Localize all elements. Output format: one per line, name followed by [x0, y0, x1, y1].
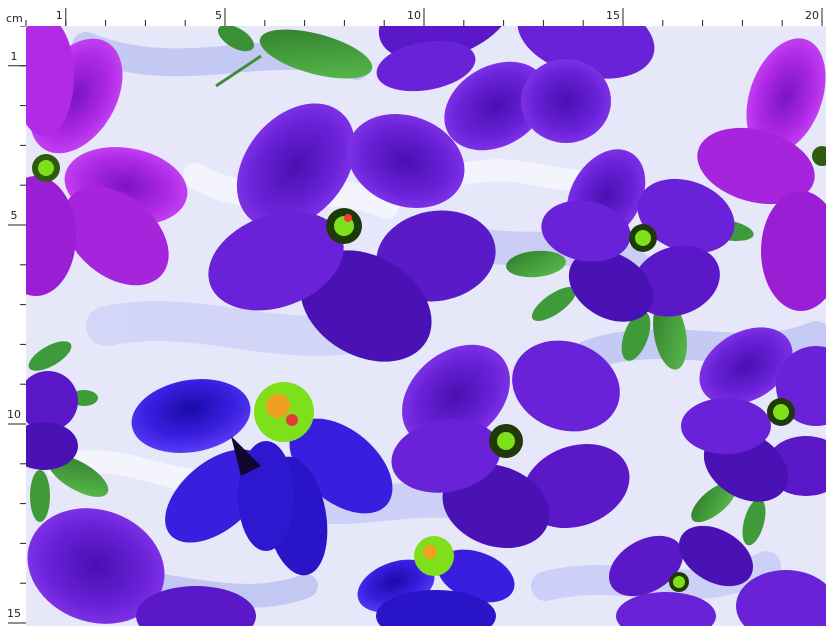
top-ruler: 1 5 10 15 20 — [0, 0, 826, 26]
left-ruler-label: 5 — [11, 209, 18, 222]
top-ruler-label: 10 — [407, 9, 421, 22]
top-ruler-ticks: 1 5 10 15 20 — [25, 8, 823, 26]
ruler-unit-label: cm — [6, 12, 23, 25]
left-ruler-label: 1 — [11, 50, 18, 63]
top-ruler-label: 5 — [215, 9, 222, 22]
left-ruler-ticks: 151015 — [7, 25, 26, 624]
left-ruler-label: 10 — [7, 408, 21, 421]
fabric-pattern-preview — [0, 0, 826, 630]
floral-pattern-artwork — [0, 0, 826, 630]
flower-violet-left-middle — [10, 371, 78, 470]
left-ruler: 1 5 10 15 — [0, 25, 26, 626]
top-ruler-label: 20 — [805, 9, 819, 22]
top-ruler-label: 15 — [606, 9, 620, 22]
left-ruler-label: 15 — [7, 607, 21, 620]
top-ruler-label: 1 — [56, 9, 63, 22]
